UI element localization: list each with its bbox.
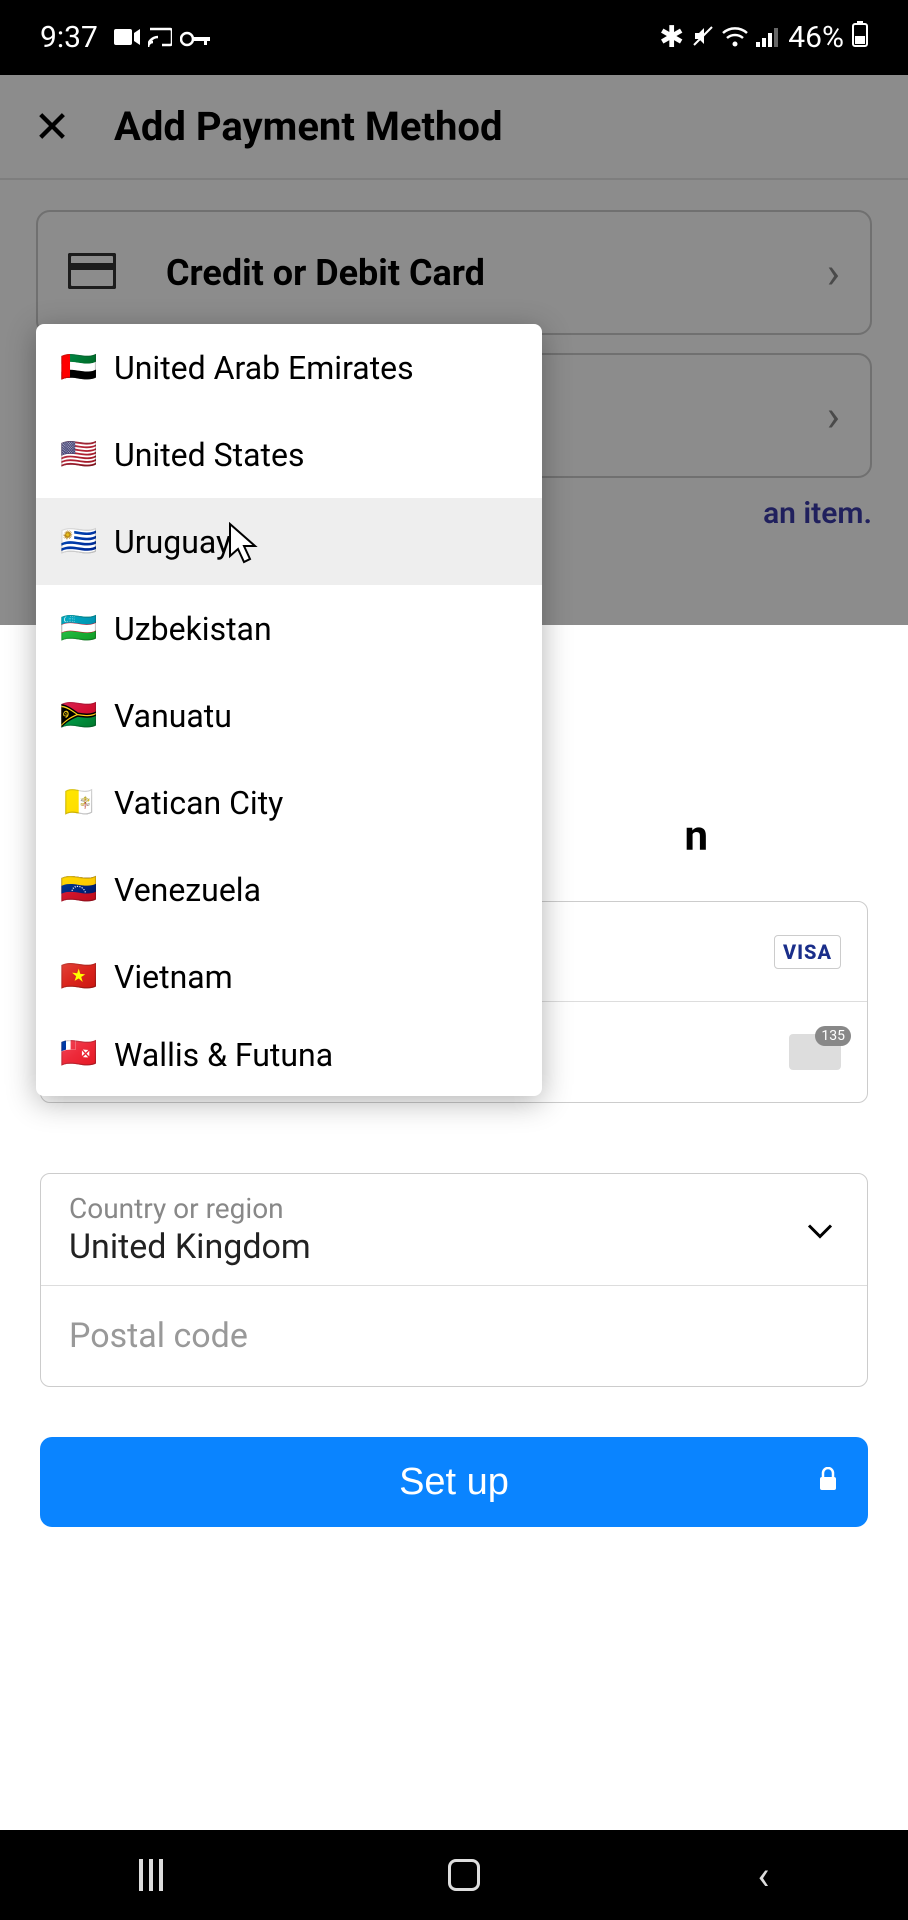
country-option-label: Uzbekistan bbox=[114, 610, 272, 648]
country-option-uz[interactable]: 🇺🇿 Uzbekistan bbox=[36, 585, 542, 672]
flag-icon: 🇦🇪 bbox=[60, 350, 96, 385]
android-nav-bar: ‹ bbox=[0, 1830, 908, 1920]
status-time: 9:37 bbox=[40, 20, 98, 55]
country-option-va[interactable]: 🇻🇦 Vatican City bbox=[36, 759, 542, 846]
flag-icon: 🇻🇺 bbox=[60, 698, 96, 733]
credit-card-icon bbox=[68, 253, 116, 293]
header: ✕ Add Payment Method bbox=[0, 75, 908, 180]
region-form-group: Country or region United Kingdom Postal … bbox=[40, 1173, 868, 1387]
country-select[interactable]: Country or region United Kingdom bbox=[41, 1174, 867, 1286]
country-option-wf[interactable]: 🇼🇫 Wallis & Futuna bbox=[36, 1020, 542, 1080]
home-button[interactable] bbox=[448, 1859, 480, 1891]
flag-icon: 🇻🇪 bbox=[60, 872, 96, 907]
country-dropdown[interactable]: 🇦🇪 United Arab Emirates 🇺🇸 United States… bbox=[36, 324, 542, 1096]
camera-icon bbox=[114, 20, 140, 55]
visa-badge: VISA bbox=[774, 935, 841, 969]
page-title: Add Payment Method bbox=[114, 103, 502, 150]
postal-placeholder: Postal code bbox=[69, 1316, 248, 1356]
flag-icon: 🇺🇿 bbox=[60, 611, 96, 646]
status-bar: 9:37 ✱ 46% bbox=[0, 0, 908, 75]
setup-button[interactable]: Set up bbox=[40, 1437, 868, 1527]
country-option-ae[interactable]: 🇦🇪 United Arab Emirates bbox=[36, 324, 542, 411]
key-icon bbox=[180, 20, 210, 55]
country-value: United Kingdom bbox=[69, 1227, 311, 1267]
mute-icon bbox=[692, 20, 714, 55]
country-option-label: Vatican City bbox=[114, 784, 283, 822]
chevron-right-icon: › bbox=[827, 247, 840, 299]
cvc-icon bbox=[789, 1034, 841, 1070]
country-option-label: Uruguay bbox=[114, 523, 231, 561]
lock-icon bbox=[818, 1467, 838, 1498]
battery-icon bbox=[852, 20, 868, 55]
country-option-label: United Arab Emirates bbox=[114, 349, 414, 387]
back-button[interactable]: ‹ bbox=[757, 1852, 769, 1899]
country-option-label: Vanuatu bbox=[114, 697, 232, 735]
wifi-icon bbox=[722, 20, 748, 55]
chevron-right-icon: › bbox=[827, 390, 840, 442]
cast-icon bbox=[148, 20, 172, 55]
country-option-uy[interactable]: 🇺🇾 Uruguay bbox=[36, 498, 542, 585]
flag-icon: 🇻🇳 bbox=[60, 959, 96, 994]
chevron-down-icon bbox=[807, 1212, 833, 1247]
country-option-ve[interactable]: 🇻🇪 Venezuela bbox=[36, 846, 542, 933]
flag-icon: 🇼🇫 bbox=[60, 1036, 96, 1071]
recent-apps-button[interactable] bbox=[139, 1859, 171, 1891]
country-option-vn[interactable]: 🇻🇳 Vietnam bbox=[36, 933, 542, 1020]
bluetooth-icon: ✱ bbox=[659, 20, 684, 55]
country-label: Country or region bbox=[69, 1192, 284, 1225]
payment-option-label: Credit or Debit Card bbox=[166, 252, 777, 294]
country-option-label: Vietnam bbox=[114, 958, 233, 996]
flag-icon: 🇺🇾 bbox=[60, 524, 96, 559]
battery-percent: 46% bbox=[788, 20, 844, 55]
country-option-us[interactable]: 🇺🇸 United States bbox=[36, 411, 542, 498]
country-option-label: United States bbox=[114, 436, 304, 474]
country-option-label: Wallis & Futuna bbox=[114, 1036, 333, 1074]
postal-code-field[interactable]: Postal code bbox=[41, 1286, 867, 1386]
payment-option-card[interactable]: Credit or Debit Card › bbox=[36, 210, 872, 335]
country-option-label: Venezuela bbox=[114, 871, 261, 909]
close-icon[interactable]: ✕ bbox=[30, 101, 74, 153]
country-option-vu[interactable]: 🇻🇺 Vanuatu bbox=[36, 672, 542, 759]
flag-icon: 🇺🇸 bbox=[60, 437, 96, 472]
setup-button-label: Set up bbox=[399, 1461, 509, 1504]
flag-icon: 🇻🇦 bbox=[60, 785, 96, 820]
signal-icon bbox=[756, 20, 780, 55]
